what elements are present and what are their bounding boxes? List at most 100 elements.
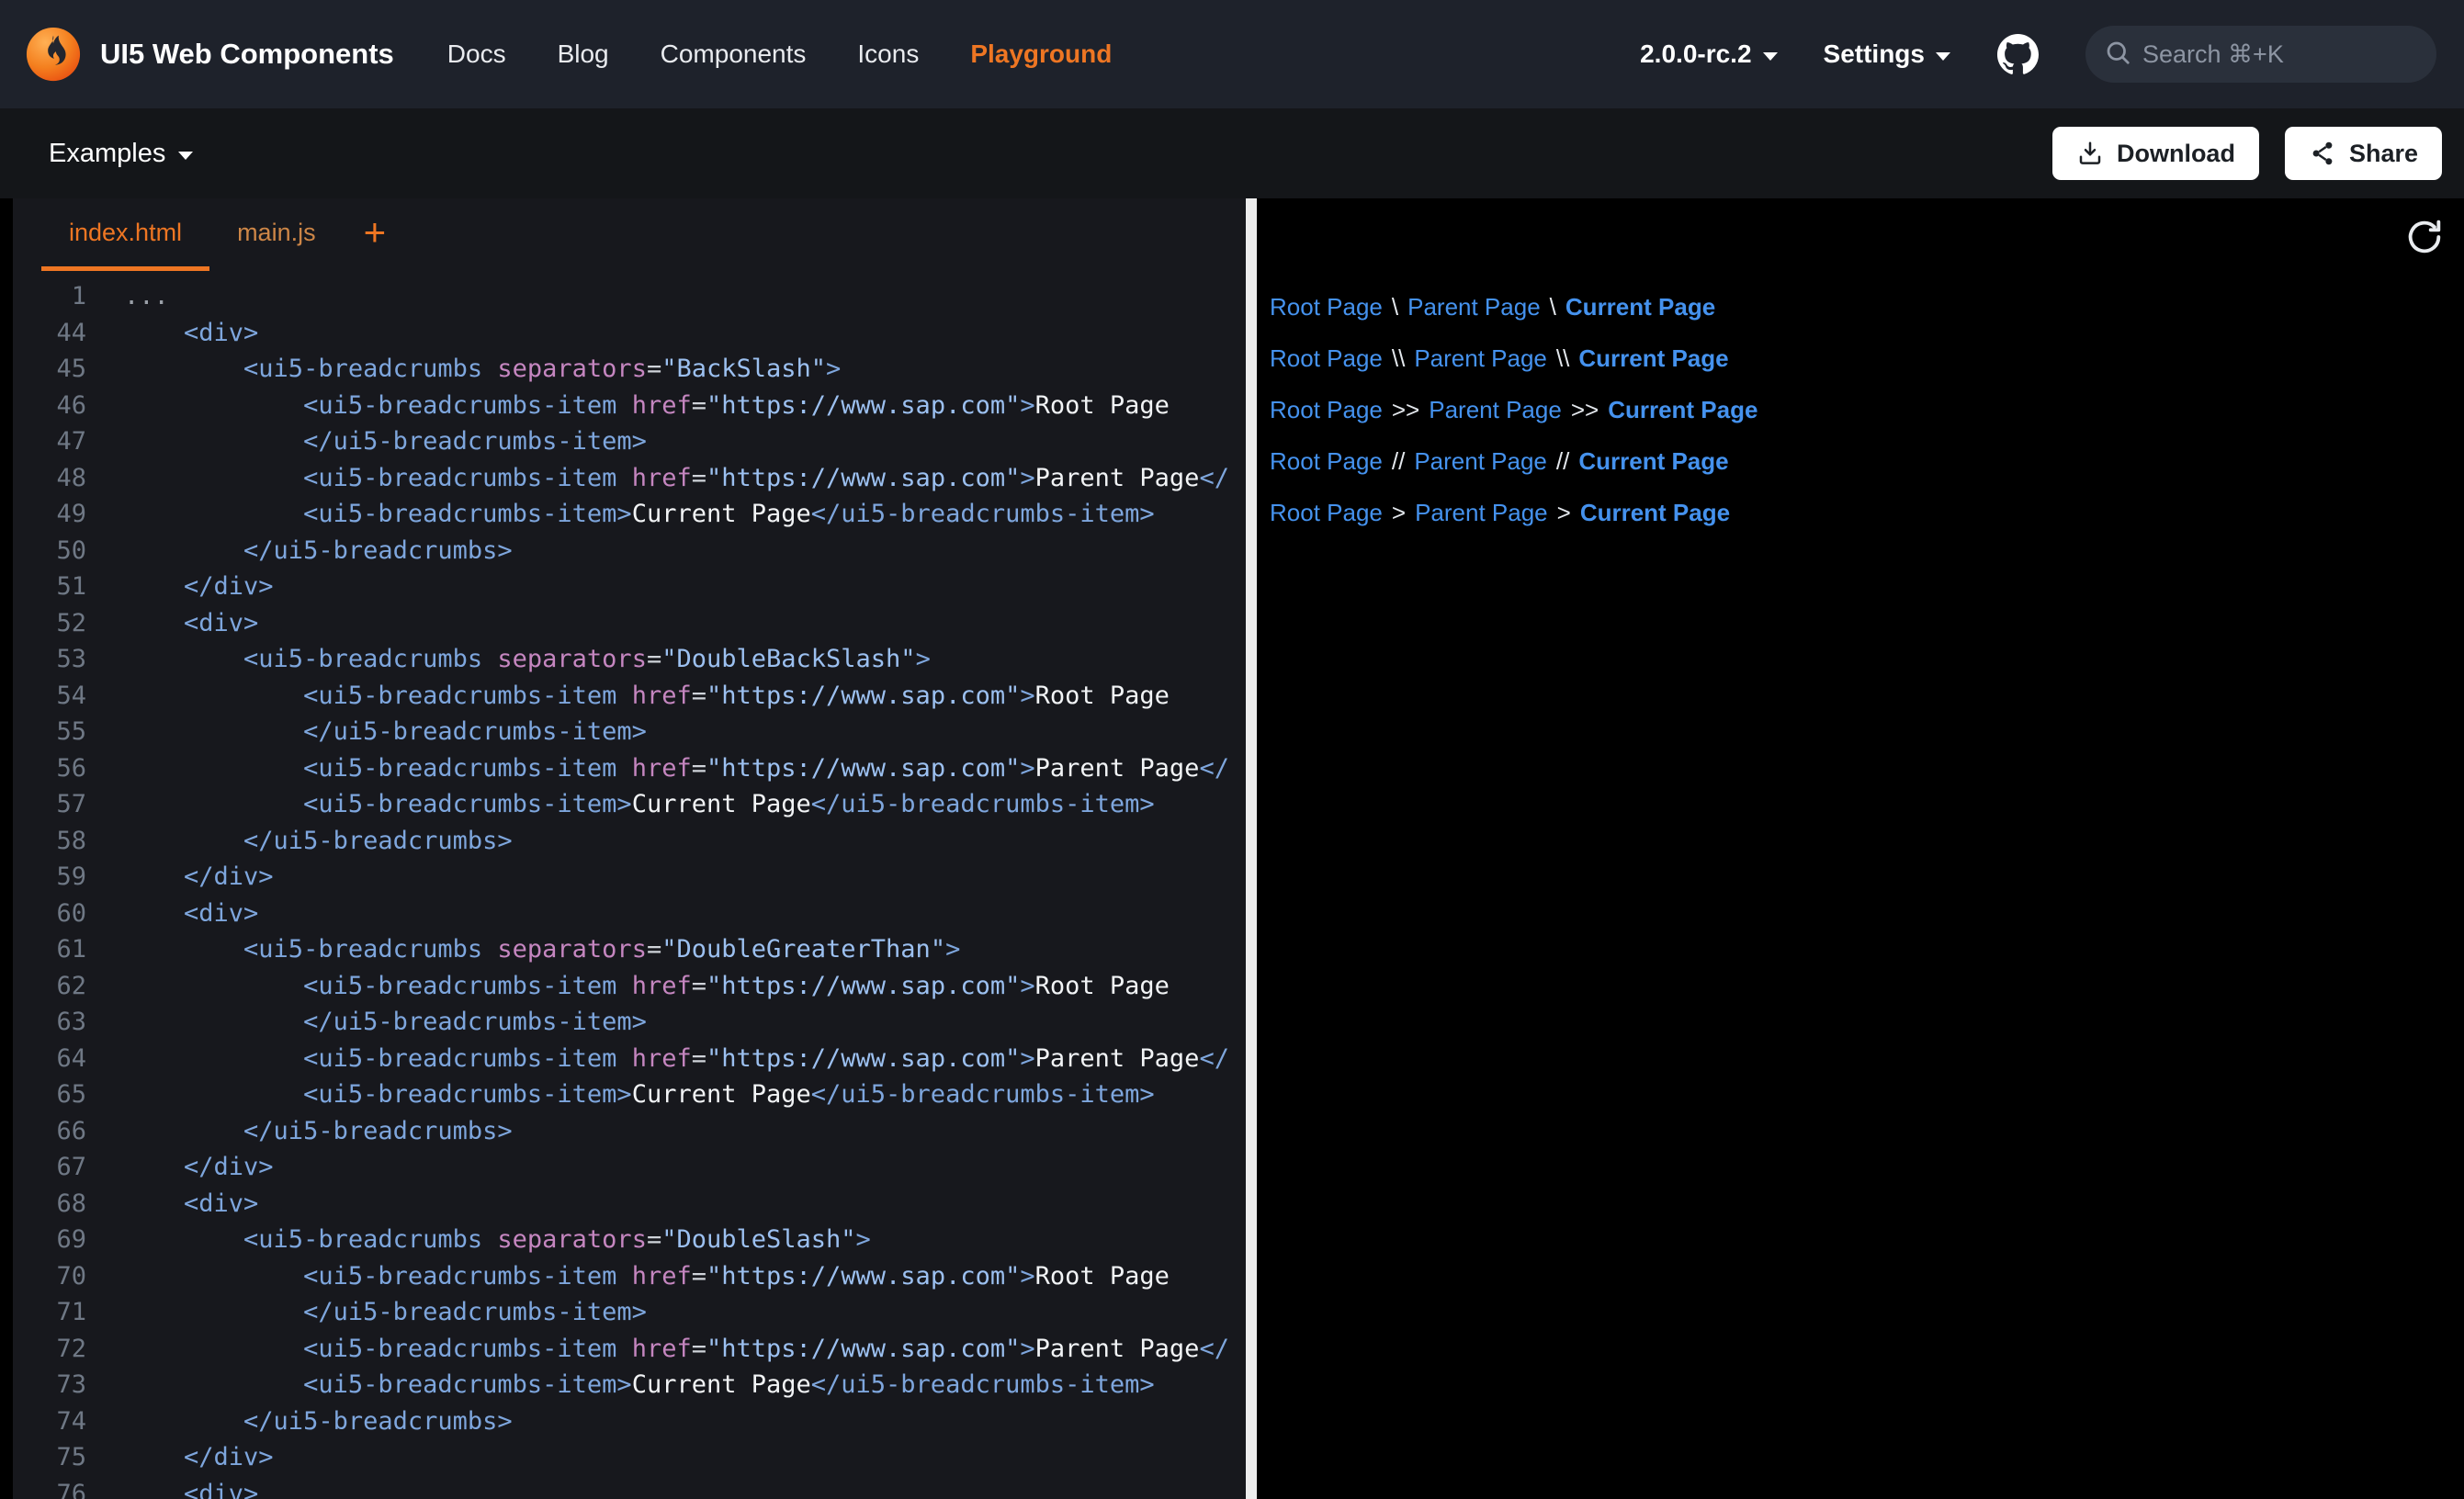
nav-links: Docs Blog Components Icons Playground: [447, 39, 1113, 69]
code-line[interactable]: 54 <ui5-breadcrumbs-item href="https://w…: [13, 678, 1246, 715]
breadcrumb-link[interactable]: Root Page: [1270, 344, 1383, 373]
examples-dropdown[interactable]: Examples: [49, 139, 193, 169]
code-text: <ui5-breadcrumbs-item href="https://www.…: [124, 678, 1170, 715]
editor-tabbar: index.html main.js +: [13, 198, 1246, 271]
line-number: 70: [13, 1258, 86, 1295]
breadcrumb-link[interactable]: Parent Page: [1414, 344, 1547, 373]
code-text: </ui5-breadcrumbs>: [124, 533, 513, 569]
code-text: </ui5-breadcrumbs-item>: [124, 423, 647, 460]
code-lines[interactable]: 1...44 <div>45 <ui5-breadcrumbs separato…: [13, 271, 1246, 1499]
code-line[interactable]: 68 <div>: [13, 1186, 1246, 1223]
code-line[interactable]: 47 </ui5-breadcrumbs-item>: [13, 423, 1246, 460]
line-number: 53: [13, 641, 86, 678]
add-tab-button[interactable]: +: [344, 198, 407, 265]
search-box[interactable]: [2085, 26, 2436, 83]
code-text: <ui5-breadcrumbs-item href="https://www.…: [124, 968, 1170, 1005]
github-icon[interactable]: [1996, 33, 2040, 76]
code-line[interactable]: 69 <ui5-breadcrumbs separators="DoubleSl…: [13, 1222, 1246, 1258]
code-text: <div>: [124, 315, 258, 352]
code-line[interactable]: 46 <ui5-breadcrumbs-item href="https://w…: [13, 388, 1246, 424]
search-icon: [2104, 39, 2131, 71]
breadcrumb-separator: \\: [1556, 344, 1569, 373]
share-button[interactable]: Share: [2285, 127, 2442, 180]
code-text: <ui5-breadcrumbs-item>Current Page</ui5-…: [124, 786, 1155, 823]
main-area: index.html main.js + 1...44 <div>45 <ui5…: [0, 198, 2464, 1499]
code-line[interactable]: 49 <ui5-breadcrumbs-item>Current Page</u…: [13, 496, 1246, 533]
code-line[interactable]: 75 </div>: [13, 1439, 1246, 1476]
breadcrumb: Root Page \ Parent Page \ Current Page: [1270, 281, 2464, 332]
search-input[interactable]: [2142, 40, 2418, 69]
line-number: 62: [13, 968, 86, 1005]
code-line[interactable]: 71 </ui5-breadcrumbs-item>: [13, 1294, 1246, 1331]
code-line[interactable]: 44 <div>: [13, 315, 1246, 352]
tab-index-html[interactable]: index.html: [41, 198, 209, 271]
breadcrumb-link[interactable]: Parent Page: [1415, 499, 1548, 527]
code-text: </ui5-breadcrumbs>: [124, 823, 513, 860]
breadcrumb: Root Page//Parent Page//Current Page: [1270, 435, 2464, 487]
code-line[interactable]: 70 <ui5-breadcrumbs-item href="https://w…: [13, 1258, 1246, 1295]
nav-link-icons[interactable]: Icons: [857, 39, 919, 69]
code-text: <ui5-breadcrumbs-item href="https://www.…: [124, 1258, 1170, 1295]
refresh-icon[interactable]: [2403, 216, 2446, 258]
navbar-right: 2.0.0-rc.2 Settings: [1640, 26, 2436, 83]
code-line[interactable]: 45 <ui5-breadcrumbs separators="BackSlas…: [13, 351, 1246, 388]
code-line[interactable]: 48 <ui5-breadcrumbs-item href="https://w…: [13, 460, 1246, 497]
breadcrumb-link[interactable]: Root Page: [1270, 293, 1383, 321]
code-line[interactable]: 72 <ui5-breadcrumbs-item href="https://w…: [13, 1331, 1246, 1368]
code-line[interactable]: 76 <div>: [13, 1476, 1246, 1499]
code-line[interactable]: 57 <ui5-breadcrumbs-item>Current Page</u…: [13, 786, 1246, 823]
nav-link-docs[interactable]: Docs: [447, 39, 506, 69]
nav-link-components[interactable]: Components: [661, 39, 807, 69]
breadcrumb-link[interactable]: Parent Page: [1407, 293, 1541, 321]
code-line[interactable]: 62 <ui5-breadcrumbs-item href="https://w…: [13, 968, 1246, 1005]
breadcrumb-current: Current Page: [1578, 344, 1728, 373]
code-line[interactable]: 51 </div>: [13, 569, 1246, 605]
breadcrumb-current: Current Page: [1565, 293, 1715, 321]
code-text: </div>: [124, 569, 274, 605]
code-line[interactable]: 66 </ui5-breadcrumbs>: [13, 1113, 1246, 1150]
code-line[interactable]: 55 </ui5-breadcrumbs-item>: [13, 714, 1246, 750]
nav-link-blog[interactable]: Blog: [558, 39, 609, 69]
line-number: 61: [13, 931, 86, 968]
code-text: <ui5-breadcrumbs separators="DoubleSlash…: [124, 1222, 871, 1258]
line-number: 48: [13, 460, 86, 497]
code-line[interactable]: 58 </ui5-breadcrumbs>: [13, 823, 1246, 860]
code-line[interactable]: 67 </div>: [13, 1149, 1246, 1186]
code-line[interactable]: 52 <div>: [13, 605, 1246, 642]
breadcrumb-link[interactable]: Root Page: [1270, 447, 1383, 476]
version-dropdown[interactable]: 2.0.0-rc.2: [1640, 39, 1777, 69]
breadcrumb-link[interactable]: Root Page: [1270, 499, 1383, 527]
code-editor-panel: index.html main.js + 1...44 <div>45 <ui5…: [13, 198, 1246, 1499]
line-number: 49: [13, 496, 86, 533]
share-label: Share: [2349, 140, 2418, 168]
breadcrumb-current: Current Page: [1578, 447, 1728, 476]
download-button[interactable]: Download: [2052, 127, 2259, 180]
code-line[interactable]: 63 </ui5-breadcrumbs-item>: [13, 1004, 1246, 1041]
code-line[interactable]: 73 <ui5-breadcrumbs-item>Current Page</u…: [13, 1367, 1246, 1403]
code-line[interactable]: 61 <ui5-breadcrumbs separators="DoubleGr…: [13, 931, 1246, 968]
settings-dropdown[interactable]: Settings: [1824, 39, 1950, 69]
code-text: <div>: [124, 896, 258, 932]
code-line[interactable]: 74 </ui5-breadcrumbs>: [13, 1403, 1246, 1440]
ui5-logo-icon[interactable]: [25, 26, 82, 83]
code-line[interactable]: 60 <div>: [13, 896, 1246, 932]
nav-link-playground[interactable]: Playground: [970, 39, 1112, 69]
code-line[interactable]: 1...: [13, 278, 1246, 315]
breadcrumb-separator: \: [1550, 293, 1556, 321]
code-text: </div>: [124, 859, 274, 896]
breadcrumb-current: Current Page: [1580, 499, 1730, 527]
breadcrumb-separator: \: [1392, 293, 1398, 321]
breadcrumb-link[interactable]: Parent Page: [1414, 447, 1547, 476]
line-number: 46: [13, 388, 86, 424]
breadcrumb-current: Current Page: [1608, 396, 1758, 424]
code-line[interactable]: 59 </div>: [13, 859, 1246, 896]
code-line[interactable]: 56 <ui5-breadcrumbs-item href="https://w…: [13, 750, 1246, 787]
code-line[interactable]: 64 <ui5-breadcrumbs-item href="https://w…: [13, 1041, 1246, 1077]
code-line[interactable]: 65 <ui5-breadcrumbs-item>Current Page</u…: [13, 1076, 1246, 1113]
breadcrumb-link[interactable]: Root Page: [1270, 396, 1383, 424]
code-line[interactable]: 53 <ui5-breadcrumbs separators="DoubleBa…: [13, 641, 1246, 678]
panel-splitter[interactable]: [1246, 198, 1257, 1499]
tab-main-js[interactable]: main.js: [209, 198, 344, 271]
code-line[interactable]: 50 </ui5-breadcrumbs>: [13, 533, 1246, 569]
breadcrumb-link[interactable]: Parent Page: [1429, 396, 1562, 424]
